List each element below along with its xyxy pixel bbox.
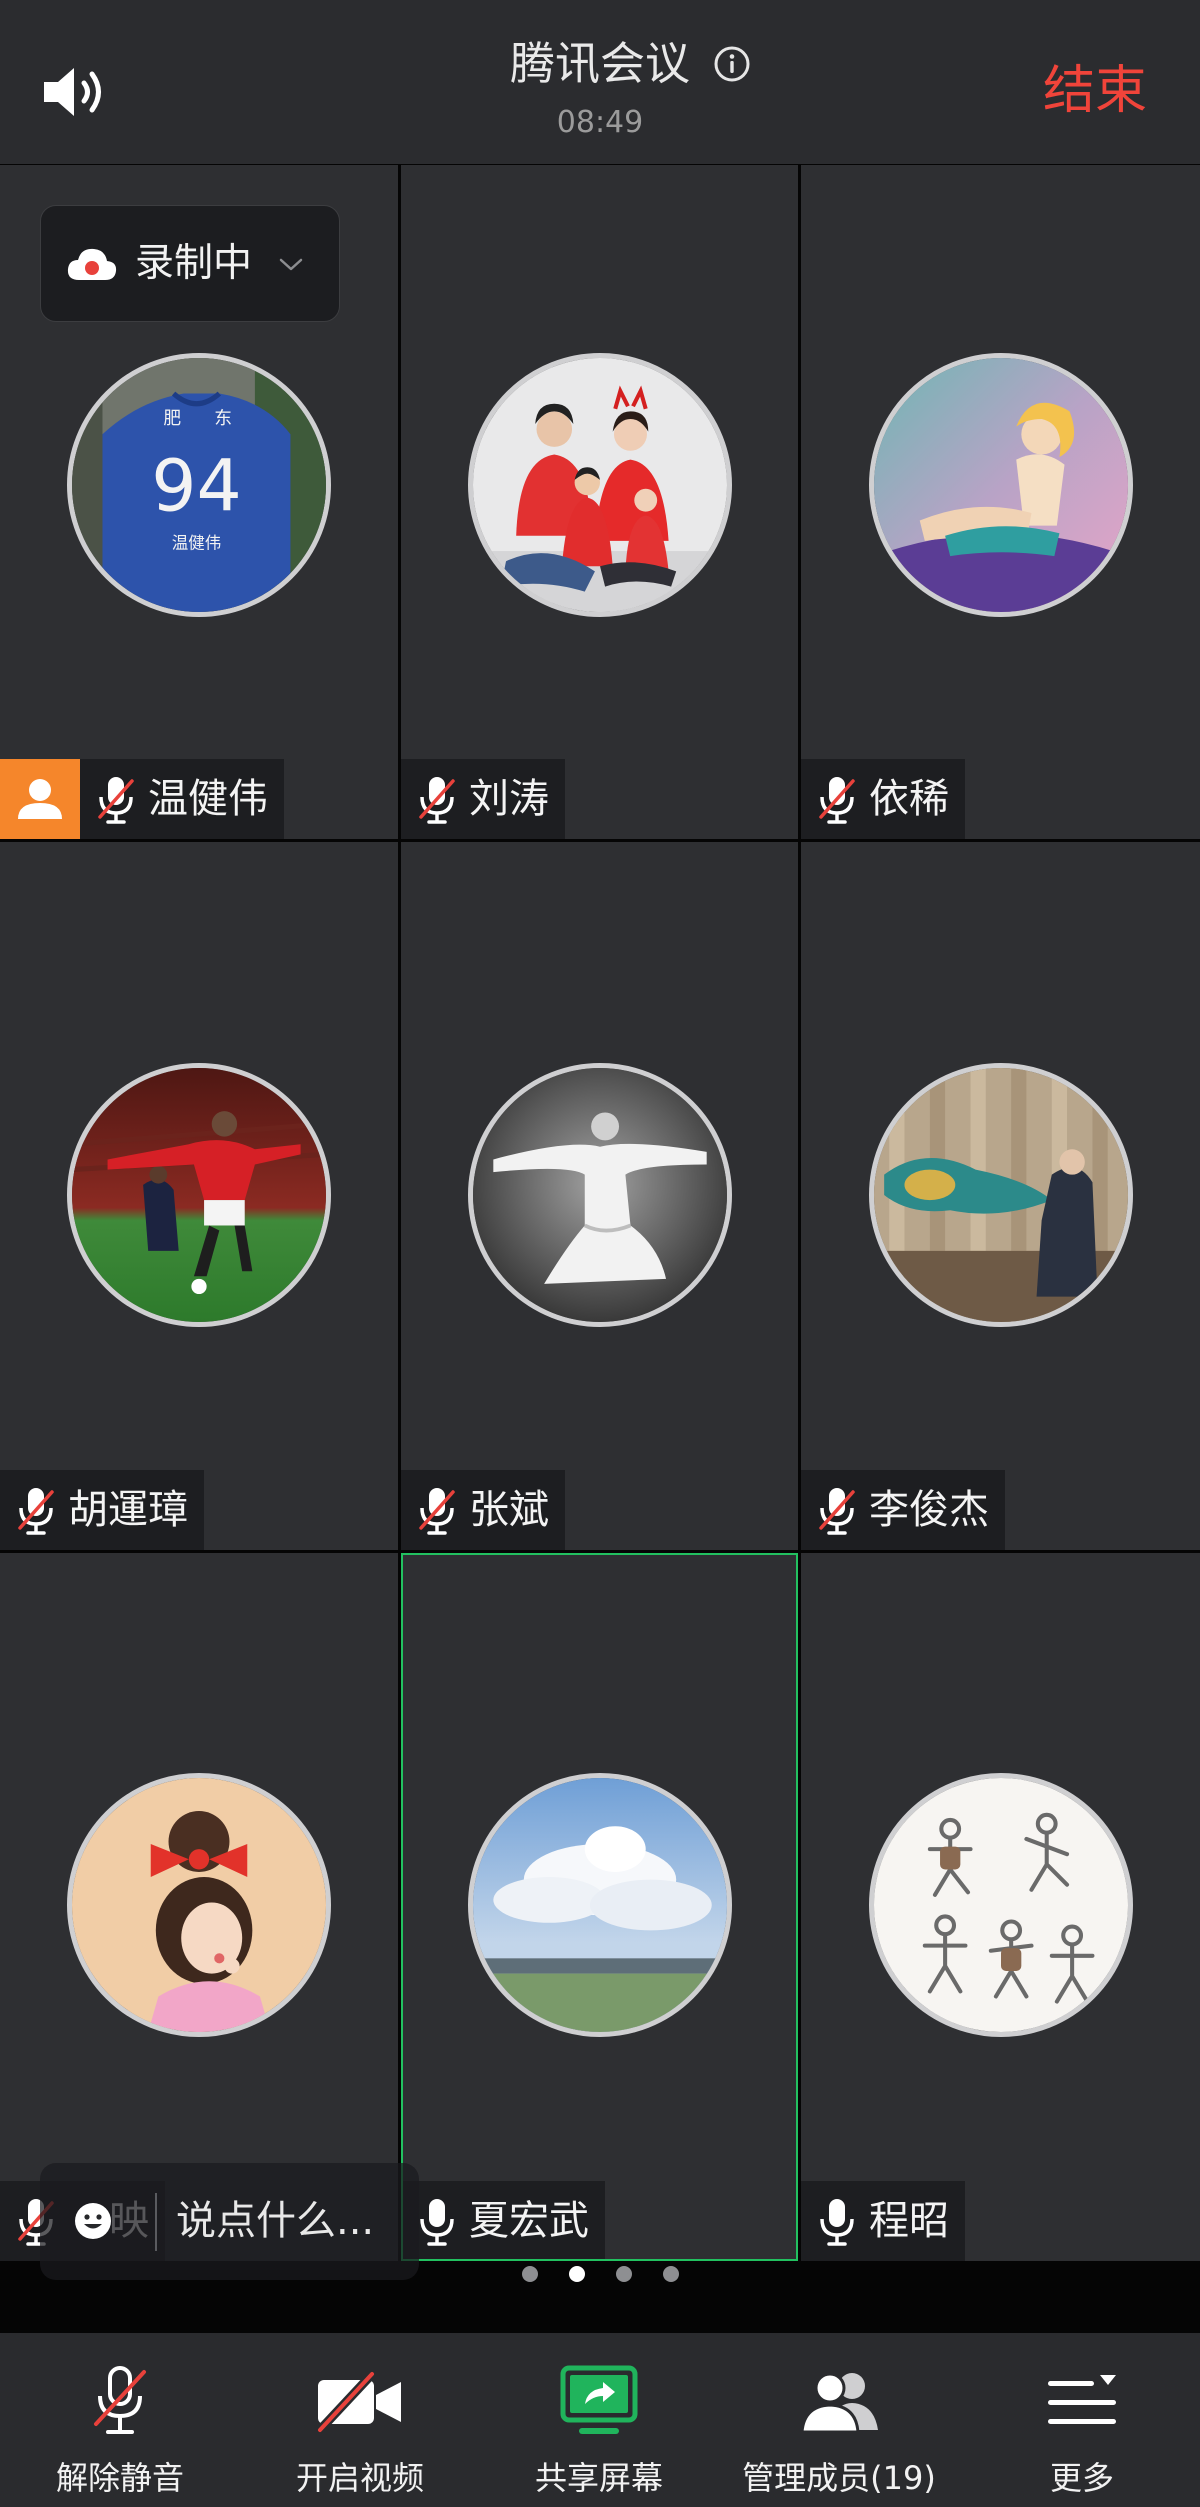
page-dot-active	[568, 2266, 585, 2282]
mic-muted-icon	[94, 773, 138, 825]
toolbar-label: 解除静音	[55, 2459, 184, 2497]
mic-muted-icon	[815, 1484, 859, 1536]
participant-name-label: 刘涛	[401, 759, 565, 839]
recording-label: 录制中	[135, 240, 253, 286]
share-screen-button[interactable]: 共享屏幕	[484, 2360, 714, 2498]
participant-name: 依稀	[869, 776, 949, 822]
chat-input[interactable]: 说点什么...	[40, 2163, 419, 2280]
participant-name-label: 程昭	[801, 2181, 965, 2261]
share-screen-icon	[560, 2365, 638, 2434]
participant-name-label: 李俊杰	[801, 1470, 1005, 1550]
participant-name: 李俊杰	[869, 1487, 989, 1533]
participant-tile[interactable]: 胡運璋	[0, 842, 398, 1550]
page-dot	[615, 2266, 632, 2282]
participant-avatar	[467, 353, 732, 617]
host-person-icon	[18, 779, 62, 819]
chevron-down-icon	[279, 258, 303, 270]
page-dot	[521, 2266, 538, 2282]
participant-tile[interactable]: 刘涛	[401, 165, 798, 839]
host-badge	[0, 759, 80, 839]
participant-name-label: 夏宏武	[401, 2181, 605, 2261]
mic-muted-icon	[415, 1484, 459, 1536]
participant-name: 温健伟	[148, 776, 268, 822]
meeting-title: 腾讯会议	[509, 37, 690, 90]
mic-icon	[415, 2195, 459, 2247]
mic-icon	[815, 2195, 859, 2247]
participant-tile[interactable]: 李俊杰	[801, 842, 1200, 1550]
participant-avatar	[67, 1063, 331, 1327]
participant-tile[interactable]: 程昭	[801, 1553, 1200, 2261]
recording-status-button[interactable]: 录制中	[40, 205, 340, 322]
mic-muted-icon	[415, 773, 459, 825]
mic-muted-icon	[94, 2366, 146, 2434]
top-bar: 腾讯会议 08:49 结束	[0, 0, 1200, 164]
toolbar-label: 更多	[1049, 2459, 1114, 2497]
more-icon	[1048, 2375, 1116, 2424]
participant-tile-active-speaker[interactable]: 夏宏武	[401, 1553, 798, 2261]
participant-name: 刘涛	[469, 776, 549, 822]
participant-name-label: 温健伟	[80, 759, 284, 839]
participant-avatar	[467, 1773, 732, 2037]
page-dot	[662, 2266, 679, 2282]
emoji-icon[interactable]	[73, 2201, 113, 2241]
participant-name: 张斌	[469, 1487, 549, 1533]
toolbar-label: 开启视频	[295, 2459, 424, 2497]
participant-avatar	[868, 1773, 1133, 2037]
participant-name: 夏宏武	[469, 2198, 589, 2244]
chat-divider	[155, 2193, 157, 2251]
bottom-toolbar: 解除静音 开启视频 共享屏幕 管理成员(19) 更多	[0, 2333, 1200, 2507]
participant-avatar	[868, 1063, 1133, 1327]
svg-text:94: 94	[151, 444, 241, 527]
chat-placeholder: 说点什么...	[176, 2198, 375, 2244]
meeting-screen: 腾讯会议 08:49 结束 肥 东 94 温健伟 温健伟 刘涛 依稀 胡運璋 张…	[0, 0, 1200, 2507]
members-icon	[800, 2372, 878, 2434]
participant-avatar	[467, 1063, 732, 1327]
toolbar-label: 管理成员(19)	[742, 2459, 936, 2497]
manage-members-button[interactable]: 管理成员(19)	[724, 2360, 954, 2498]
participant-name: 胡運璋	[68, 1487, 188, 1533]
svg-text:温健伟: 温健伟	[172, 534, 222, 553]
end-meeting-button[interactable]: 结束	[1040, 60, 1150, 122]
svg-text:肥: 肥	[163, 408, 181, 429]
mic-muted-icon	[815, 773, 859, 825]
participant-name-label: 张斌	[401, 1470, 565, 1550]
unmute-button[interactable]: 解除静音	[5, 2360, 235, 2498]
cloud-record-icon	[67, 248, 117, 280]
participant-avatar	[67, 1773, 331, 2037]
meeting-duration: 08:49	[556, 105, 644, 140]
start-video-button[interactable]: 开启视频	[245, 2360, 475, 2498]
participant-name: 程昭	[869, 2198, 949, 2244]
participant-tile[interactable]: 映	[0, 1553, 398, 2261]
participant-tile[interactable]: 张斌	[401, 842, 798, 1550]
more-button[interactable]: 更多	[967, 2360, 1197, 2498]
participant-tile[interactable]: 依稀	[801, 165, 1200, 839]
participant-avatar: 肥 东 94 温健伟	[67, 353, 331, 617]
participant-name-label: 胡運璋	[0, 1470, 204, 1550]
info-icon[interactable]	[713, 45, 751, 83]
camera-off-icon	[314, 2370, 401, 2434]
participant-avatar	[868, 353, 1133, 617]
svg-text:东: 东	[214, 408, 232, 429]
mic-muted-icon	[14, 1484, 58, 1536]
participant-name-label: 依稀	[801, 759, 965, 839]
toolbar-label: 共享屏幕	[534, 2459, 663, 2497]
